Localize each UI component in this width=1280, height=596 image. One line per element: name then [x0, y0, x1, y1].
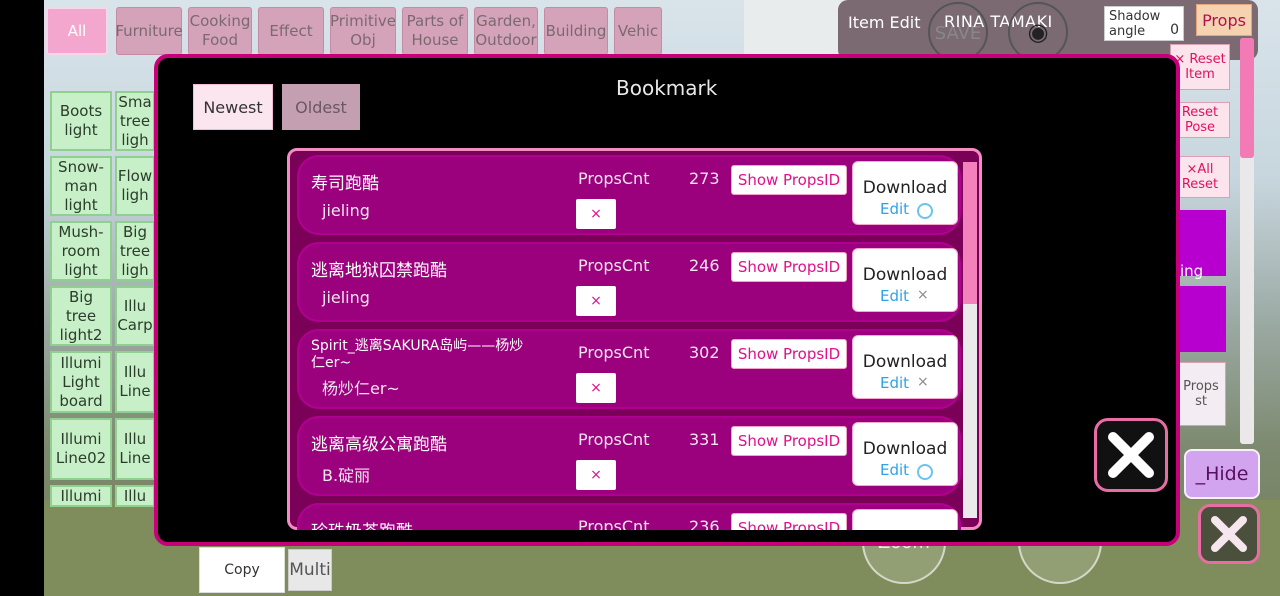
tab-garden-outdoor[interactable]: Garden, Outdoor: [474, 7, 538, 55]
bookmark-author: 杨炒仁er~: [322, 379, 400, 398]
tab-building[interactable]: Building: [544, 7, 608, 55]
left-black-bar: [0, 0, 44, 596]
tab-parts-of-house[interactable]: Parts of House: [402, 7, 468, 55]
hide-button[interactable]: _Hide: [1184, 449, 1260, 499]
item-flower-light[interactable]: Flow ligh: [115, 156, 155, 216]
bookmark-item-clip: 珍珠奶茶跑酷 PropsCnt 236 Show PropsID: [297, 503, 961, 530]
props-count-label: PropsCnt: [578, 169, 650, 188]
panel-scrollbar-thumb[interactable]: [1240, 38, 1254, 158]
tab-furniture[interactable]: Furniture: [115, 7, 183, 55]
props-count-label: PropsCnt: [578, 256, 650, 275]
item-illumi[interactable]: Illumi: [50, 485, 112, 507]
item-illumi-2[interactable]: Illu: [115, 485, 155, 507]
download-button[interactable]: [852, 509, 958, 530]
download-label: Download: [862, 265, 948, 285]
camera-icon[interactable]: ◉: [1008, 2, 1068, 62]
item-illumi-line[interactable]: Illu Line: [115, 351, 155, 413]
list-scrollbar-thumb[interactable]: [963, 162, 977, 304]
bookmark-item[interactable]: 珍珠奶茶跑酷 PropsCnt 236 Show PropsID: [297, 503, 961, 530]
tab-all[interactable]: All: [46, 7, 108, 55]
tab-primitive-obj[interactable]: Primitive Obj: [330, 7, 396, 55]
show-props-id-button[interactable]: Show PropsID: [731, 339, 847, 369]
dialog-title: Bookmark: [616, 76, 718, 100]
item-illumi-carpet[interactable]: Illu Carp: [115, 286, 155, 346]
panel-slot-2[interactable]: [1176, 286, 1226, 352]
bookmark-name: 逃离高级公寓跑酷: [311, 435, 447, 455]
item-big-tree-light2[interactable]: Big tree light2: [50, 286, 112, 346]
close-small-icon[interactable]: [1198, 504, 1260, 564]
props-count-value: 331: [689, 430, 720, 449]
item-small-tree-light[interactable]: Sma tree ligh: [115, 91, 155, 151]
bookmark-name: Spirit_逃离SAKURA岛屿——杨炒仁er~: [311, 338, 524, 371]
shadow-angle-control[interactable]: Shadow angle 0: [1104, 6, 1184, 41]
download-label: Download: [862, 439, 948, 459]
item-big-tree-light[interactable]: Big tree ligh: [115, 221, 155, 281]
copy-button[interactable]: Copy: [199, 547, 285, 593]
show-props-id-button[interactable]: Show PropsID: [731, 165, 847, 195]
bookmark-item[interactable]: 寿司跑酷 jieling PropsCnt 273 Show PropsID ×…: [297, 155, 961, 235]
edit-status-ring-icon: ring: [917, 464, 933, 480]
item-boots-light[interactable]: Boots light: [50, 91, 112, 151]
save-button[interactable]: SAVE: [928, 2, 988, 62]
delete-bookmark-button[interactable]: ×: [576, 460, 616, 490]
props-count-label: PropsCnt: [578, 517, 650, 530]
download-button[interactable]: Download Edit ring: [852, 422, 958, 486]
bookmark-author: jieling: [322, 201, 370, 220]
item-illumi-light-board[interactable]: Illumi Light board: [50, 351, 112, 413]
item-edit-label: Item Edit: [848, 13, 921, 32]
shadow-angle-label: Shadow angle: [1109, 9, 1161, 39]
shadow-angle-value: 0: [1170, 22, 1179, 38]
item-illumi-line-2[interactable]: Illu Line: [115, 418, 155, 480]
edit-label[interactable]: Edit: [880, 200, 909, 218]
item-snowman-light[interactable]: Snow-man light: [50, 156, 112, 216]
close-dialog-icon[interactable]: [1094, 418, 1168, 492]
sort-oldest-button[interactable]: Oldest: [282, 84, 360, 130]
download-label: Download: [862, 352, 948, 372]
bookmark-author: jieling: [322, 288, 370, 307]
bookmark-item[interactable]: Spirit_逃离SAKURA岛屿——杨炒仁er~ 杨炒仁er~ PropsCn…: [297, 329, 961, 409]
ing-text: ing: [1180, 262, 1204, 280]
show-props-id-button[interactable]: Show PropsID: [731, 252, 847, 282]
props-button[interactable]: Props: [1196, 4, 1252, 36]
show-props-id-button[interactable]: Show PropsID: [731, 513, 847, 530]
tab-cooking-food[interactable]: Cooking Food: [188, 7, 252, 55]
edit-status-x-icon: ×: [917, 287, 929, 303]
download-button[interactable]: Download Edit ×: [852, 248, 958, 312]
props-count-label: PropsCnt: [578, 430, 650, 449]
bookmark-author: B.碇丽: [322, 466, 371, 485]
delete-bookmark-button[interactable]: ×: [576, 286, 616, 316]
props-list-button[interactable]: Props st: [1176, 362, 1226, 426]
edit-status-ring-icon: ring: [917, 203, 933, 219]
multi-button[interactable]: Multi: [288, 549, 332, 591]
props-count-value: 246: [689, 256, 720, 275]
bookmark-item[interactable]: 逃离地狱囚禁跑酷 jieling PropsCnt 246 Show Props…: [297, 242, 961, 322]
props-count-label: PropsCnt: [578, 343, 650, 362]
edit-label[interactable]: Edit: [880, 287, 909, 305]
props-count-value: 302: [689, 343, 720, 362]
props-count-value: 273: [689, 169, 720, 188]
delete-bookmark-button[interactable]: ×: [576, 199, 616, 229]
item-mushroom-light[interactable]: Mush-room light: [50, 221, 112, 281]
edit-label[interactable]: Edit: [880, 374, 909, 392]
show-props-id-button[interactable]: Show PropsID: [731, 426, 847, 456]
props-count-value: 236: [689, 517, 720, 530]
sort-newest-button[interactable]: Newest: [193, 84, 273, 130]
download-button[interactable]: Download Edit ring: [852, 161, 958, 225]
download-label: Download: [862, 178, 948, 198]
delete-bookmark-button[interactable]: ×: [576, 373, 616, 403]
bookmark-name: 逃离地狱囚禁跑酷: [311, 261, 447, 281]
download-button[interactable]: Download Edit ×: [852, 335, 958, 399]
bookmark-name: 寿司跑酷: [311, 174, 379, 194]
tab-effect[interactable]: Effect: [258, 7, 324, 55]
edit-status-x-icon: ×: [917, 374, 929, 390]
edit-label[interactable]: Edit: [880, 461, 909, 479]
tab-vehicle[interactable]: Vehic: [614, 7, 662, 55]
bookmark-name: 珍珠奶茶跑酷: [311, 517, 413, 530]
item-illumi-line02[interactable]: Illumi Line02: [50, 418, 112, 480]
bookmark-item[interactable]: 逃离高级公寓跑酷 B.碇丽 PropsCnt 331 Show PropsID …: [297, 416, 961, 496]
